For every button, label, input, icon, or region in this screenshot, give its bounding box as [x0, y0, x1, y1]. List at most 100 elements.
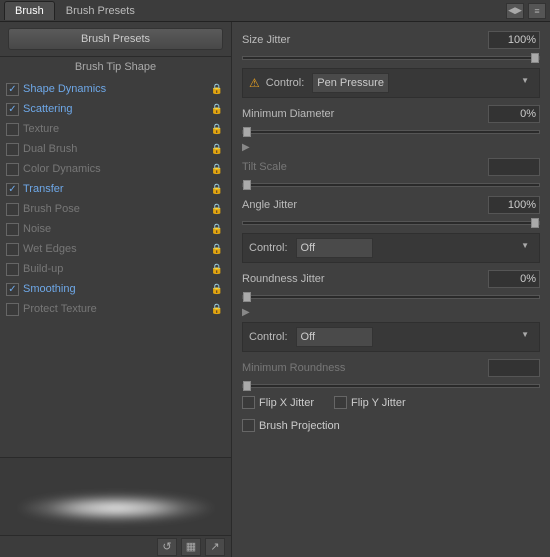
list-item[interactable]: ✓ Transfer 🔒: [0, 179, 231, 199]
checkbox-texture[interactable]: [6, 123, 19, 136]
tilt-scale-slider[interactable]: [242, 183, 540, 187]
lock-icon-protect-texture: 🔒: [211, 304, 223, 315]
checkbox-color-dynamics[interactable]: [6, 163, 19, 176]
brush-projection-row: Brush Projection: [242, 419, 540, 432]
checkbox-transfer[interactable]: ✓: [6, 183, 19, 196]
checkbox-smoothing[interactable]: ✓: [6, 283, 19, 296]
item-label-texture: Texture: [23, 123, 211, 135]
lock-icon-shape-dynamics: 🔒: [211, 84, 223, 95]
flip-y-row: Flip Y Jitter: [334, 396, 406, 409]
lock-icon-noise: 🔒: [211, 224, 223, 235]
min-roundness-thumb[interactable]: [243, 381, 251, 391]
item-label-smoothing: Smoothing: [23, 283, 211, 295]
checkbox-shape-dynamics[interactable]: ✓: [6, 83, 19, 96]
preview-expand-btn[interactable]: ↗: [205, 538, 225, 556]
tilt-scale-value[interactable]: [488, 158, 540, 176]
min-diameter-thumb[interactable]: [243, 127, 251, 137]
tilt-scale-thumb[interactable]: [243, 180, 251, 190]
list-item[interactable]: Protect Texture 🔒: [0, 299, 231, 319]
angle-jitter-value[interactable]: 100%: [488, 196, 540, 214]
lock-icon-dual-brush: 🔒: [211, 144, 223, 155]
control2-dropdown-wrap: Off Pen Pressure Fade Pen Tilt: [296, 238, 533, 258]
tab-menu-btn[interactable]: ≡: [528, 3, 546, 19]
angle-jitter-slider[interactable]: [242, 221, 540, 225]
brush-presets-btn-wrap: Brush Presets: [0, 22, 231, 57]
tilt-scale-row: Tilt Scale: [242, 157, 540, 177]
checkbox-protect-texture[interactable]: [6, 303, 19, 316]
main-layout: Brush Presets Brush Tip Shape ✓ Shape Dy…: [0, 22, 550, 557]
control-pen-pressure-select[interactable]: Pen Pressure Off Fade Pen Tilt: [312, 73, 389, 93]
preview-bottom-bar: ↺ ▦ ↗: [0, 535, 231, 557]
min-diameter-slider[interactable]: [242, 130, 540, 134]
lock-icon-brush-pose: 🔒: [211, 204, 223, 215]
lock-icon-texture: 🔒: [211, 124, 223, 135]
angle-jitter-row: Angle Jitter 100%: [242, 195, 540, 215]
checkbox-dual-brush[interactable]: [6, 143, 19, 156]
flip-x-label: Flip X Jitter: [259, 397, 314, 409]
brush-preview-area: ↺ ▦ ↗: [0, 457, 231, 557]
list-item[interactable]: ✓ Shape Dynamics 🔒: [0, 79, 231, 99]
right-scroll-area[interactable]: Size Jitter 100% ⚠ Control: Pen Pressure…: [232, 22, 550, 557]
list-item[interactable]: Build-up 🔒: [0, 259, 231, 279]
top-tabs-bar: Brush Brush Presets ◀▶ ≡: [0, 0, 550, 22]
roundness-jitter-value[interactable]: 0%: [488, 270, 540, 288]
min-diameter-label: Minimum Diameter: [242, 108, 488, 120]
list-item[interactable]: Brush Pose 🔒: [0, 199, 231, 219]
tab-brush[interactable]: Brush: [4, 1, 55, 20]
control-pen-pressure-dropdown-wrap: Pen Pressure Off Fade Pen Tilt: [312, 73, 533, 93]
size-jitter-thumb[interactable]: [531, 53, 539, 63]
min-diameter-value[interactable]: 0%: [488, 105, 540, 123]
size-jitter-value[interactable]: 100%: [488, 31, 540, 49]
control3-select[interactable]: Off Pen Pressure Fade Pen Tilt: [296, 327, 373, 347]
min-diameter-row: Minimum Diameter 0%: [242, 104, 540, 124]
min-roundness-label: Minimum Roundness: [242, 362, 488, 374]
tab-controls: ◀▶ ≡: [506, 3, 546, 19]
preview-stroke: [16, 493, 216, 523]
lock-icon-transfer: 🔒: [211, 184, 223, 195]
checkbox-flip-x[interactable]: [242, 396, 255, 409]
control-label: Control:: [266, 77, 305, 89]
checkbox-scattering[interactable]: ✓: [6, 103, 19, 116]
list-item[interactable]: ✓ Smoothing 🔒: [0, 279, 231, 299]
size-jitter-label: Size Jitter: [242, 34, 488, 46]
right-panel: Size Jitter 100% ⚠ Control: Pen Pressure…: [232, 22, 550, 557]
checkbox-flip-y[interactable]: [334, 396, 347, 409]
lock-icon-buildup: 🔒: [211, 264, 223, 275]
checkbox-wet-edges[interactable]: [6, 243, 19, 256]
list-item[interactable]: Wet Edges 🔒: [0, 239, 231, 259]
control3-label: Control:: [249, 331, 288, 343]
checkbox-brush-projection[interactable]: [242, 419, 255, 432]
item-label-wet-edges: Wet Edges: [23, 243, 211, 255]
preview-reset-btn[interactable]: ↺: [157, 538, 177, 556]
min-roundness-slider[interactable]: [242, 384, 540, 388]
checkbox-brush-pose[interactable]: [6, 203, 19, 216]
size-jitter-slider[interactable]: [242, 56, 540, 60]
checkbox-noise[interactable]: [6, 223, 19, 236]
list-item[interactable]: Texture 🔒: [0, 119, 231, 139]
tilt-scale-label: Tilt Scale: [242, 161, 488, 173]
list-item[interactable]: ✓ Scattering 🔒: [0, 99, 231, 119]
preview-grid-btn[interactable]: ▦: [181, 538, 201, 556]
flip-row: Flip X Jitter Flip Y Jitter: [242, 396, 540, 413]
tab-nav-btn[interactable]: ◀▶: [506, 3, 524, 19]
tab-brush-presets[interactable]: Brush Presets: [55, 1, 146, 20]
lock-icon-color-dynamics: 🔒: [211, 164, 223, 175]
min-roundness-value[interactable]: [488, 359, 540, 377]
roundness-jitter-slider[interactable]: [242, 295, 540, 299]
list-item[interactable]: Dual Brush 🔒: [0, 139, 231, 159]
roundness-jitter-thumb[interactable]: [243, 292, 251, 302]
control2-label: Control:: [249, 242, 288, 254]
brush-list: ✓ Shape Dynamics 🔒 ✓ Scattering 🔒 Textur…: [0, 77, 231, 457]
item-label-transfer: Transfer: [23, 183, 211, 195]
checkbox-buildup[interactable]: [6, 263, 19, 276]
brush-presets-button[interactable]: Brush Presets: [8, 28, 223, 50]
list-item[interactable]: Color Dynamics 🔒: [0, 159, 231, 179]
item-label-protect-texture: Protect Texture: [23, 303, 211, 315]
item-label-color-dynamics: Color Dynamics: [23, 163, 211, 175]
list-item[interactable]: Noise 🔒: [0, 219, 231, 239]
roundness-divider: ▶: [242, 307, 540, 318]
control2-select[interactable]: Off Pen Pressure Fade Pen Tilt: [296, 238, 373, 258]
angle-jitter-thumb[interactable]: [531, 218, 539, 228]
control3-off-row: Control: Off Pen Pressure Fade Pen Tilt: [242, 322, 540, 352]
left-panel: Brush Presets Brush Tip Shape ✓ Shape Dy…: [0, 22, 232, 557]
